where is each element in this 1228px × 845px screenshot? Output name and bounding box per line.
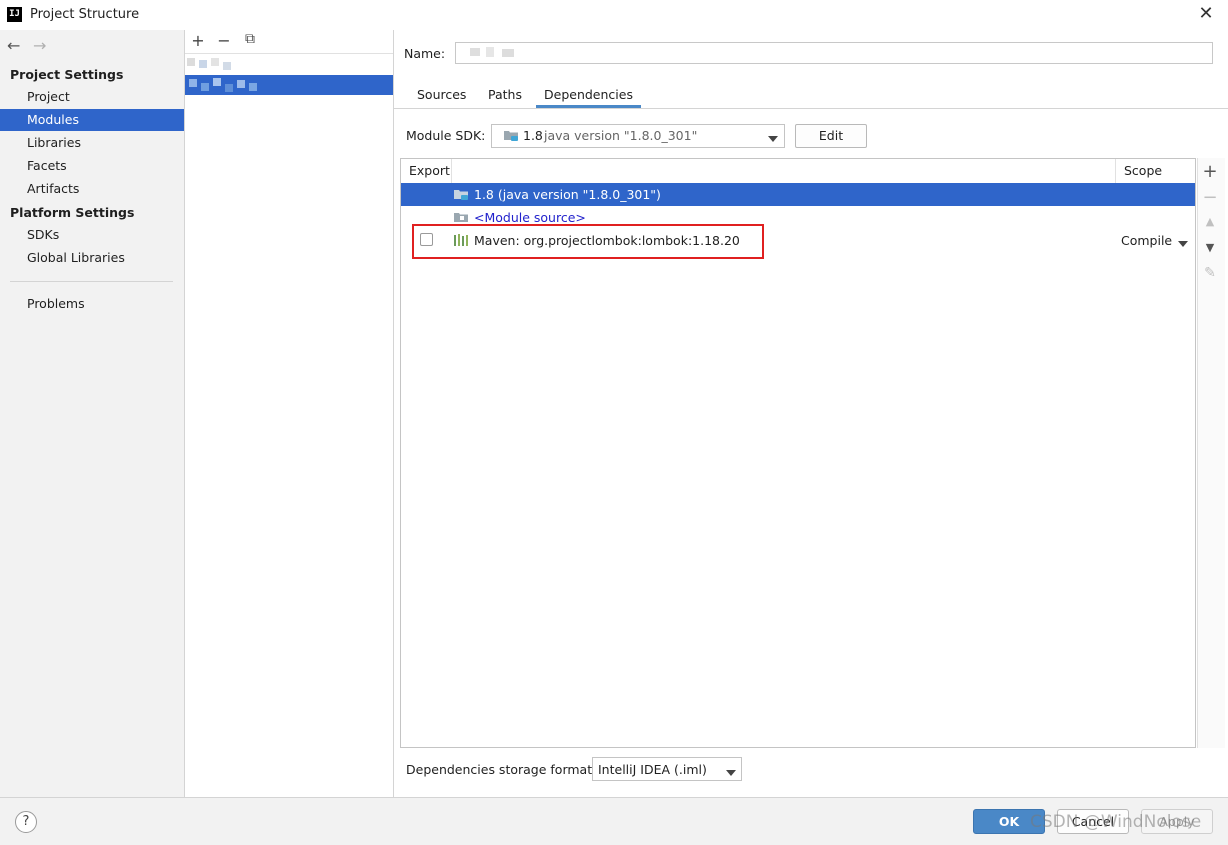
column-header-scope[interactable]: Scope	[1124, 159, 1162, 183]
blurred-module-row[interactable]	[185, 56, 393, 74]
module-name-input[interactable]	[455, 42, 1213, 64]
forward-arrow-icon[interactable]: →	[33, 36, 46, 55]
tab-paths[interactable]: Paths	[488, 86, 522, 108]
chevron-down-icon	[768, 132, 778, 147]
module-name-label: Name:	[404, 46, 446, 61]
intellij-app-icon: IJ	[7, 7, 22, 22]
module-sdk-dropdown[interactable]: 1.8 java version "1.8.0_301"	[491, 124, 785, 148]
remove-dependency-icon[interactable]: −	[1200, 187, 1220, 208]
column-divider	[451, 159, 452, 183]
module-list-panel	[185, 30, 394, 797]
storage-format-dropdown[interactable]: IntelliJ IDEA (.iml)	[592, 757, 742, 781]
sidebar-item-global-libraries[interactable]: Global Libraries	[0, 247, 184, 269]
sidebar-item-sdks[interactable]: SDKs	[0, 224, 184, 246]
help-button[interactable]: ?	[15, 811, 37, 833]
highlight-annotation-box	[412, 224, 764, 259]
selected-module-row[interactable]	[185, 75, 393, 95]
back-arrow-icon[interactable]: ←	[7, 36, 20, 55]
sdk-version-bold: 1.8	[523, 128, 543, 143]
chevron-down-icon[interactable]	[1178, 237, 1188, 252]
add-dependency-icon[interactable]: +	[1200, 161, 1220, 182]
tab-dependencies[interactable]: Dependencies	[536, 86, 641, 108]
project-settings-header: Project Settings	[10, 67, 124, 82]
storage-format-label: Dependencies storage format:	[406, 762, 597, 777]
sidebar-divider	[10, 281, 173, 282]
jdk-folder-icon	[504, 129, 518, 141]
add-module-icon[interactable]: +	[189, 31, 207, 50]
tab-sources[interactable]: Sources	[417, 86, 466, 108]
tabs-divider	[394, 108, 1228, 109]
storage-format-value: IntelliJ IDEA (.iml)	[598, 762, 707, 777]
sidebar-item-artifacts[interactable]: Artifacts	[0, 178, 184, 200]
platform-settings-header: Platform Settings	[10, 205, 135, 220]
remove-module-icon[interactable]: −	[215, 31, 233, 50]
dependency-name[interactable]: <Module source>	[474, 210, 586, 225]
close-icon[interactable]: ✕	[1196, 4, 1216, 24]
window-title: Project Structure	[30, 7, 140, 22]
move-down-icon[interactable]: ▼	[1200, 241, 1220, 254]
copy-module-icon[interactable]: ⧉	[241, 31, 259, 47]
csdn-watermark: CSDN @WindNolose	[1030, 812, 1202, 832]
edit-dependency-icon[interactable]: ✎	[1200, 265, 1220, 281]
column-header-export[interactable]: Export	[409, 159, 450, 183]
scope-dropdown[interactable]: Compile	[1121, 233, 1172, 248]
chevron-down-icon	[726, 766, 736, 781]
jdk-folder-icon	[454, 188, 469, 205]
sidebar-item-facets[interactable]: Facets	[0, 155, 184, 177]
sidebar-item-problems[interactable]: Problems	[0, 293, 184, 315]
move-up-icon[interactable]: ▲	[1200, 215, 1220, 228]
sidebar-item-libraries[interactable]: Libraries	[0, 132, 184, 154]
sdk-version-detail: java version "1.8.0_301"	[544, 128, 698, 143]
sidebar-item-project[interactable]: Project	[0, 86, 184, 108]
module-toolbar-divider	[185, 53, 393, 54]
column-divider	[1115, 159, 1116, 183]
module-sdk-label: Module SDK:	[406, 128, 486, 143]
dependency-name: 1.8 (java version "1.8.0_301")	[474, 187, 661, 202]
edit-sdk-button[interactable]: Edit	[795, 124, 867, 148]
sidebar-item-modules[interactable]: Modules	[0, 109, 184, 131]
title-bar	[0, 0, 1228, 30]
